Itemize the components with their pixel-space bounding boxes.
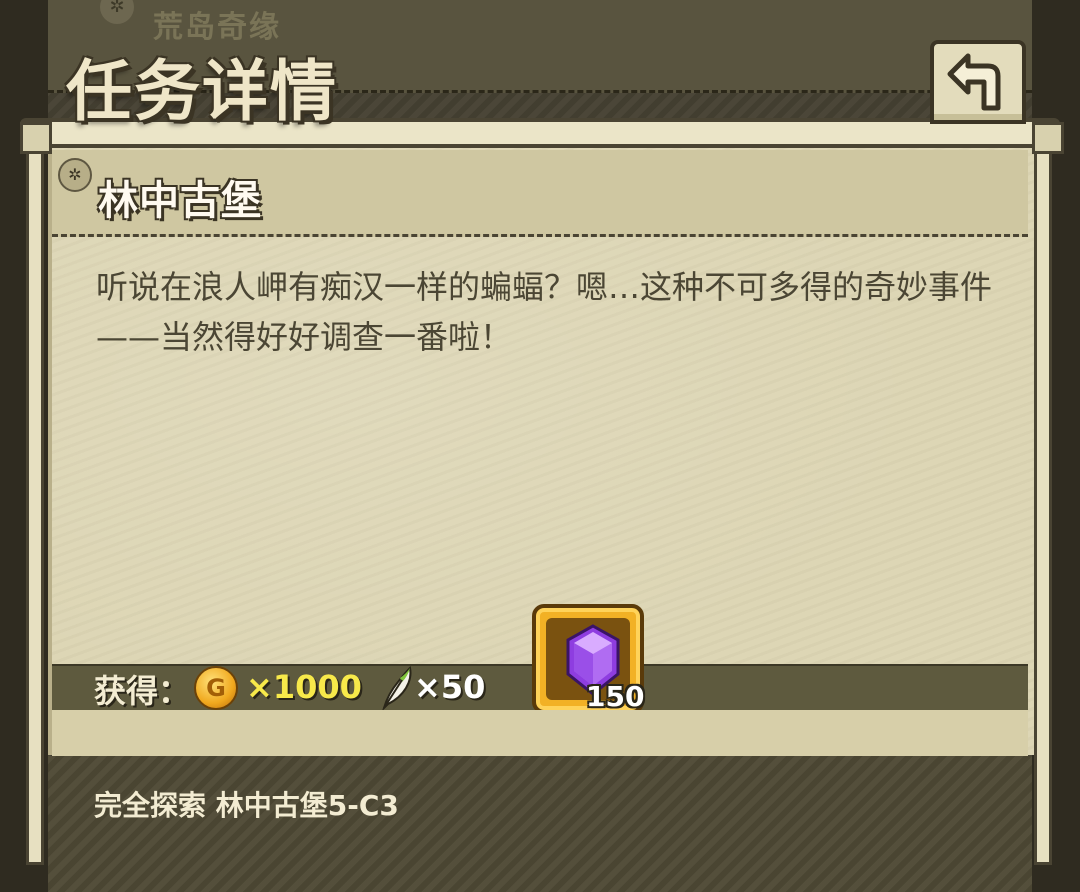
seal-icon: ✲ (100, 0, 134, 24)
top-bar-cap-right (1032, 122, 1064, 154)
right-rail-post (1034, 145, 1052, 865)
page-title: 任务详情 (66, 53, 338, 130)
quest-name: 林中古堡 (98, 178, 262, 224)
quest-objective: 完全探索 林中古堡5-C3 (94, 789, 399, 822)
coin-amount: ×1000 (246, 668, 362, 706)
back-arrow-icon (947, 53, 1001, 111)
gem-tile-inner: 150 (546, 618, 644, 713)
top-bar-cap-left (20, 122, 52, 154)
feather-icon (381, 665, 412, 712)
quest-description: 听说在浪人岬有痴汉一样的蝙蝠？嗯…这种不可多得的奇妙事件——当然得好好调查一番啦… (96, 268, 993, 356)
gem-count: 150 (586, 680, 645, 713)
objective-area (48, 756, 1032, 892)
left-rail-post (26, 145, 44, 865)
seal-icon: ✲ (58, 158, 92, 192)
feather-amount: ×50 (414, 668, 486, 706)
coin-icon: G (194, 666, 238, 710)
reward-label: 获得： (94, 672, 191, 710)
quest-header: ✲ 林中古堡 (52, 150, 1028, 237)
back-button[interactable] (930, 40, 1026, 124)
gem-reward-tile[interactable]: 150 (532, 604, 644, 714)
panel-bottom-band (52, 710, 1028, 759)
